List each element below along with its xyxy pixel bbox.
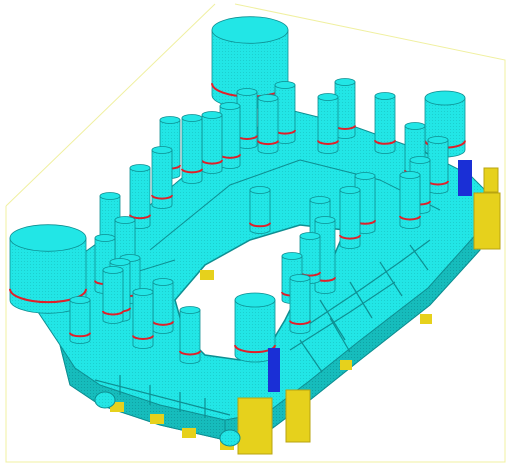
small-riser (152, 278, 174, 334)
casting-model-render (5, 3, 506, 463)
small-riser (201, 111, 223, 174)
small-riser (132, 288, 154, 349)
small-riser (219, 102, 241, 169)
small-riser (399, 171, 421, 229)
blue-clamp (458, 160, 472, 196)
cad-viewport[interactable] (0, 0, 510, 465)
small-riser (427, 136, 449, 194)
small-riser (179, 306, 201, 364)
small-riser (249, 186, 271, 234)
small-riser (339, 186, 361, 249)
small-riser (69, 296, 91, 344)
small-riser (317, 93, 339, 154)
small-riser (289, 274, 311, 334)
blue-clamp (268, 348, 280, 392)
small-riser (151, 146, 173, 209)
small-riser (374, 92, 396, 154)
small-riser (257, 94, 279, 154)
small-riser (181, 114, 203, 184)
small-riser (102, 266, 124, 324)
